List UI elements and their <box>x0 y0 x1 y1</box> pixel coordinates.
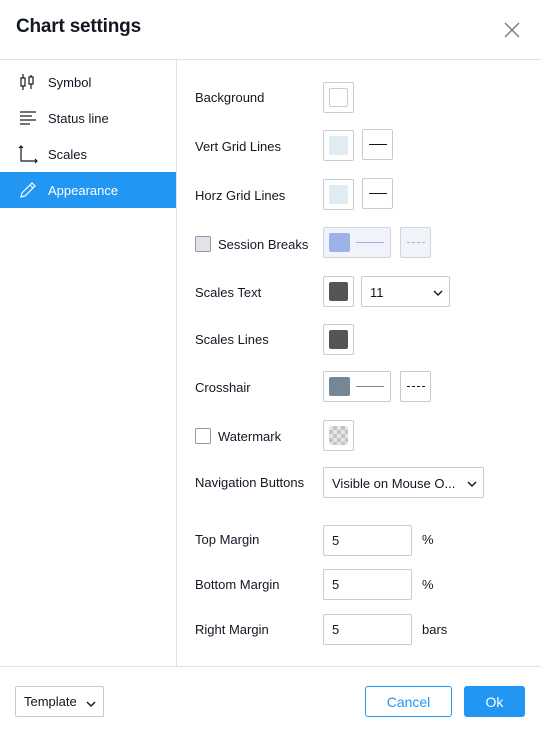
chevron-down-icon <box>466 478 478 490</box>
navigation-buttons-label: Navigation Buttons <box>195 475 305 490</box>
scales-lines-color-button[interactable] <box>323 324 354 355</box>
sidebar: Symbol Status line Scales Appearance <box>0 60 177 666</box>
color-swatch <box>329 185 348 204</box>
color-swatch <box>329 377 350 396</box>
vert-grid-label: Vert Grid Lines <box>195 139 281 154</box>
sidebar-item-label: Status line <box>48 110 109 126</box>
template-label: Template <box>24 694 77 709</box>
background-label: Background <box>195 90 265 105</box>
session-breaks-line-style-button[interactable] <box>400 227 431 258</box>
sidebar-item-label: Appearance <box>48 182 119 198</box>
color-swatch <box>329 282 348 301</box>
scales-text-size-select[interactable]: 11 <box>361 276 450 307</box>
right-margin-unit: bars <box>422 622 448 637</box>
watermark-checkbox[interactable] <box>195 428 211 444</box>
dialog-header: Chart settings <box>0 0 541 60</box>
navigation-buttons-value: Visible on Mouse O... <box>332 476 456 491</box>
color-swatch <box>329 88 348 107</box>
sidebar-item-scales[interactable]: Scales <box>0 136 176 172</box>
chevron-down-icon <box>85 697 97 709</box>
line-preview <box>356 242 384 243</box>
sidebar-item-appearance[interactable]: Appearance <box>0 172 176 208</box>
dashed-line-icon <box>407 386 425 387</box>
right-margin-input[interactable] <box>323 614 412 645</box>
watermark-label: Watermark <box>218 429 282 444</box>
sidebar-item-status-line[interactable]: Status line <box>0 100 176 136</box>
horz-grid-label: Horz Grid Lines <box>195 188 286 203</box>
scales-text-size-value: 11 <box>370 285 384 300</box>
navigation-buttons-select[interactable]: Visible on Mouse O... <box>323 467 484 498</box>
session-breaks-color-button[interactable] <box>323 227 391 258</box>
color-swatch <box>329 233 350 252</box>
background-color-button[interactable] <box>323 82 354 113</box>
pencil-icon <box>18 180 38 200</box>
template-dropdown[interactable]: Template <box>15 686 104 717</box>
dialog-footer: Template Cancel Ok <box>0 666 541 730</box>
vert-grid-line-style-button[interactable] <box>362 129 393 160</box>
scales-text-color-button[interactable] <box>323 276 354 307</box>
top-margin-input[interactable] <box>323 525 412 556</box>
bottom-margin-label: Bottom Margin <box>195 577 280 592</box>
solid-line-icon <box>369 193 387 194</box>
transparent-swatch-icon <box>329 426 348 445</box>
session-breaks-label: Session Breaks <box>218 237 309 252</box>
scales-icon <box>18 144 38 164</box>
horz-grid-color-button[interactable] <box>323 179 354 210</box>
bottom-margin-unit: % <box>422 577 434 592</box>
cancel-button[interactable]: Cancel <box>365 686 452 717</box>
dashed-line-icon <box>407 242 425 243</box>
scales-lines-label: Scales Lines <box>195 332 269 347</box>
top-margin-unit: % <box>422 532 434 547</box>
crosshair-color-button[interactable] <box>323 371 391 402</box>
right-margin-label: Right Margin <box>195 622 269 637</box>
line-preview <box>356 386 384 387</box>
sidebar-item-label: Symbol <box>48 74 92 90</box>
chevron-down-icon <box>432 287 444 299</box>
color-swatch <box>329 136 348 155</box>
appearance-panel: Background Vert Grid Lines Horz Grid Lin… <box>177 60 541 666</box>
scales-text-label: Scales Text <box>195 285 262 300</box>
crosshair-line-style-button[interactable] <box>400 371 431 402</box>
top-margin-label: Top Margin <box>195 532 260 547</box>
sidebar-item-symbol[interactable]: Symbol <box>0 64 176 100</box>
bottom-margin-input[interactable] <box>323 569 412 600</box>
horz-grid-line-style-button[interactable] <box>362 178 393 209</box>
solid-line-icon <box>369 144 387 145</box>
watermark-color-button[interactable] <box>323 420 354 451</box>
ok-button[interactable]: Ok <box>464 686 525 717</box>
status-line-icon <box>18 108 38 128</box>
vert-grid-color-button[interactable] <box>323 130 354 161</box>
color-swatch <box>329 330 348 349</box>
close-icon[interactable] <box>500 18 524 42</box>
session-breaks-checkbox[interactable] <box>195 236 211 252</box>
sidebar-item-label: Scales <box>48 146 88 162</box>
candlestick-icon <box>18 72 38 92</box>
dialog-title: Chart settings <box>16 16 141 37</box>
crosshair-label: Crosshair <box>195 380 251 395</box>
